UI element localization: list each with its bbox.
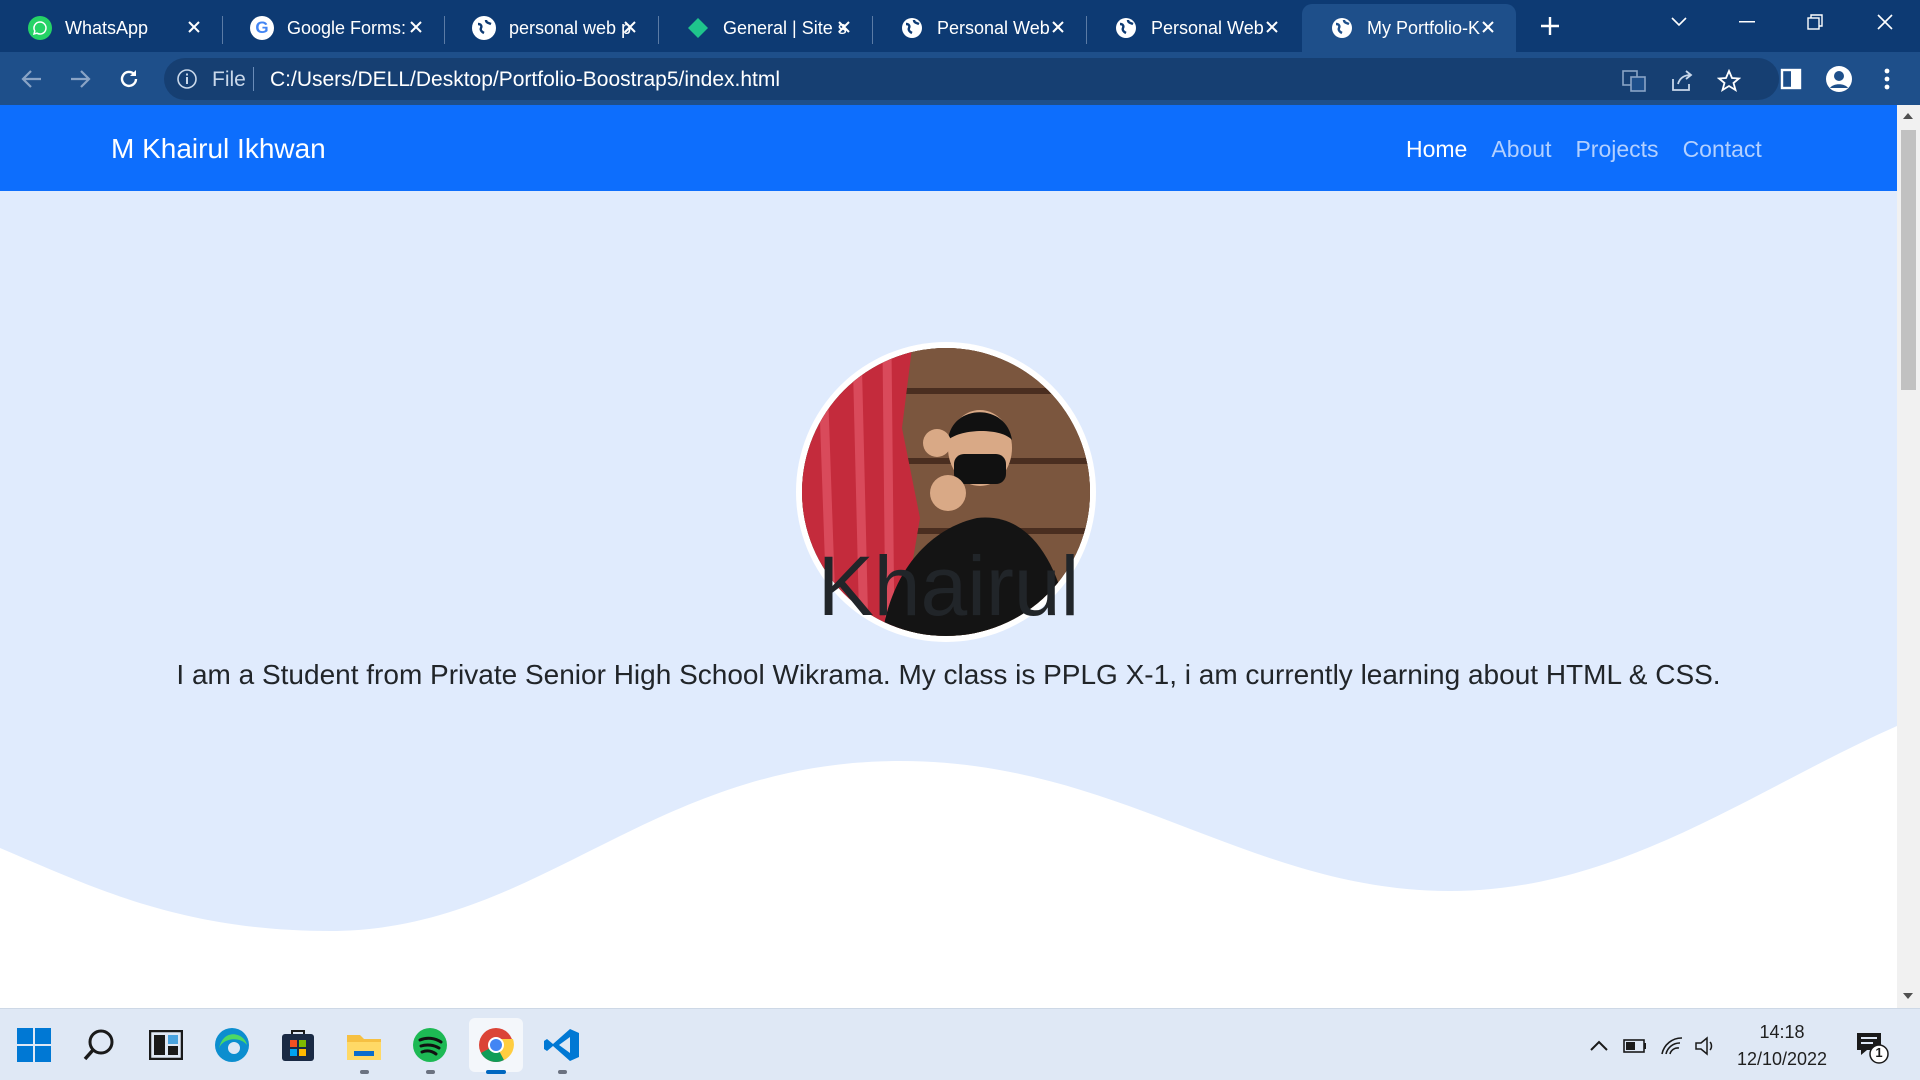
chrome-icon[interactable] bbox=[469, 1018, 523, 1074]
site-navbar: M Khairul Ikhwan Home About Projects Con… bbox=[0, 105, 1897, 191]
tab-title: WhatsApp bbox=[65, 17, 149, 38]
close-icon[interactable] bbox=[618, 15, 642, 39]
clock-date: 12/10/2022 bbox=[1736, 1049, 1828, 1069]
close-icon[interactable] bbox=[182, 15, 206, 39]
nav-link-about[interactable]: About bbox=[1491, 136, 1551, 163]
tab-search-button[interactable] bbox=[1646, 0, 1712, 44]
wifi-icon[interactable] bbox=[1659, 1033, 1685, 1059]
tab-title: Google Forms: bbox=[287, 17, 407, 38]
address-bar[interactable]: File C:/Users/DELL/Desktop/Portfolio-Boo… bbox=[164, 58, 1779, 100]
new-tab-button[interactable] bbox=[1536, 12, 1564, 40]
scrollbar-thumb[interactable] bbox=[1901, 130, 1916, 390]
browser-tab-strip: WhatsApp G Google Forms: personal web p … bbox=[0, 0, 1920, 52]
minimize-button[interactable] bbox=[1714, 0, 1780, 44]
scroll-down-arrow-icon[interactable] bbox=[1903, 993, 1913, 999]
google-icon: G bbox=[250, 16, 274, 40]
globe-icon bbox=[1114, 16, 1138, 40]
globe-icon bbox=[900, 16, 924, 40]
globe-icon bbox=[472, 16, 496, 40]
spotify-icon[interactable] bbox=[403, 1018, 457, 1074]
hero-section: Khairul I am a Student from Private Seni… bbox=[0, 191, 1897, 1008]
share-icon[interactable] bbox=[1669, 68, 1695, 94]
nav-link-projects[interactable]: Projects bbox=[1575, 136, 1658, 163]
start-icon[interactable] bbox=[7, 1018, 61, 1072]
tab-google-forms[interactable]: G Google Forms: bbox=[222, 4, 445, 52]
close-icon[interactable] bbox=[832, 15, 856, 39]
volume-icon[interactable] bbox=[1693, 1033, 1719, 1059]
close-window-button[interactable] bbox=[1852, 0, 1918, 44]
search-icon[interactable] bbox=[73, 1018, 127, 1072]
url-text[interactable]: C:/Users/DELL/Desktop/Portfolio-Boostrap… bbox=[270, 68, 780, 92]
site-nav: Home About Projects Contact bbox=[1406, 136, 1762, 163]
tab-general-site[interactable]: General | Site s bbox=[658, 4, 873, 52]
tab-personal-web-2[interactable]: Personal Web bbox=[1086, 4, 1300, 52]
running-indicator bbox=[486, 1070, 506, 1074]
scheme-label: File bbox=[212, 68, 246, 91]
widgets-icon[interactable] bbox=[139, 1018, 193, 1072]
forward-button[interactable] bbox=[63, 62, 97, 96]
windows-taskbar: 14:18 12/10/2022 1 bbox=[0, 1008, 1920, 1080]
bookmark-star-icon[interactable] bbox=[1716, 68, 1742, 94]
page-scrollbar[interactable] bbox=[1897, 105, 1920, 1008]
site-brand[interactable]: M Khairul Ikhwan bbox=[111, 133, 326, 165]
page-viewport: M Khairul Ikhwan Home About Projects Con… bbox=[0, 105, 1897, 1008]
translate-icon[interactable] bbox=[1621, 68, 1647, 94]
chevron-up-icon[interactable] bbox=[1586, 1033, 1612, 1059]
running-indicator bbox=[558, 1070, 567, 1074]
reload-button[interactable] bbox=[112, 62, 146, 96]
nav-link-home[interactable]: Home bbox=[1406, 136, 1467, 163]
close-icon[interactable] bbox=[1260, 15, 1284, 39]
side-panel-button[interactable] bbox=[1774, 62, 1808, 96]
close-icon[interactable] bbox=[1476, 15, 1500, 39]
notification-badge: 1 bbox=[1875, 1045, 1883, 1060]
close-icon[interactable] bbox=[1046, 15, 1070, 39]
browser-toolbar: File C:/Users/DELL/Desktop/Portfolio-Boo… bbox=[0, 52, 1920, 105]
running-indicator bbox=[426, 1070, 435, 1074]
edge-icon[interactable] bbox=[205, 1018, 259, 1072]
profile-avatar[interactable] bbox=[1822, 62, 1856, 96]
tab-whatsapp[interactable]: WhatsApp bbox=[0, 4, 223, 52]
scroll-up-arrow-icon[interactable] bbox=[1903, 113, 1913, 119]
hero-name: Khairul bbox=[817, 539, 1080, 633]
notification-center-icon[interactable]: 1 bbox=[1855, 1030, 1889, 1064]
hero-bio: I am a Student from Private Senior High … bbox=[176, 659, 1721, 690]
running-indicator bbox=[360, 1070, 369, 1074]
vscode-icon[interactable] bbox=[535, 1018, 589, 1074]
clock-time: 14:18 bbox=[1759, 1022, 1805, 1042]
tab-my-portfolio[interactable]: My Portfolio-K bbox=[1302, 4, 1516, 52]
file-explorer-icon[interactable] bbox=[337, 1018, 391, 1074]
tab-personal-web-1[interactable]: Personal Web bbox=[872, 4, 1087, 52]
restore-button[interactable] bbox=[1782, 0, 1848, 44]
store-icon[interactable] bbox=[271, 1018, 325, 1072]
close-icon[interactable] bbox=[404, 15, 428, 39]
back-button[interactable] bbox=[15, 62, 49, 96]
browser-menu-button[interactable] bbox=[1870, 62, 1904, 96]
globe-icon bbox=[1330, 16, 1354, 40]
whatsapp-icon bbox=[28, 16, 52, 40]
diamond-icon bbox=[686, 16, 710, 40]
info-icon[interactable] bbox=[176, 68, 198, 95]
address-divider bbox=[253, 67, 254, 91]
battery-icon[interactable] bbox=[1622, 1033, 1648, 1059]
nav-link-contact[interactable]: Contact bbox=[1683, 136, 1762, 163]
tab-personal-web-p[interactable]: personal web p bbox=[444, 4, 659, 52]
system-clock[interactable]: 14:18 12/10/2022 bbox=[1728, 1019, 1836, 1073]
